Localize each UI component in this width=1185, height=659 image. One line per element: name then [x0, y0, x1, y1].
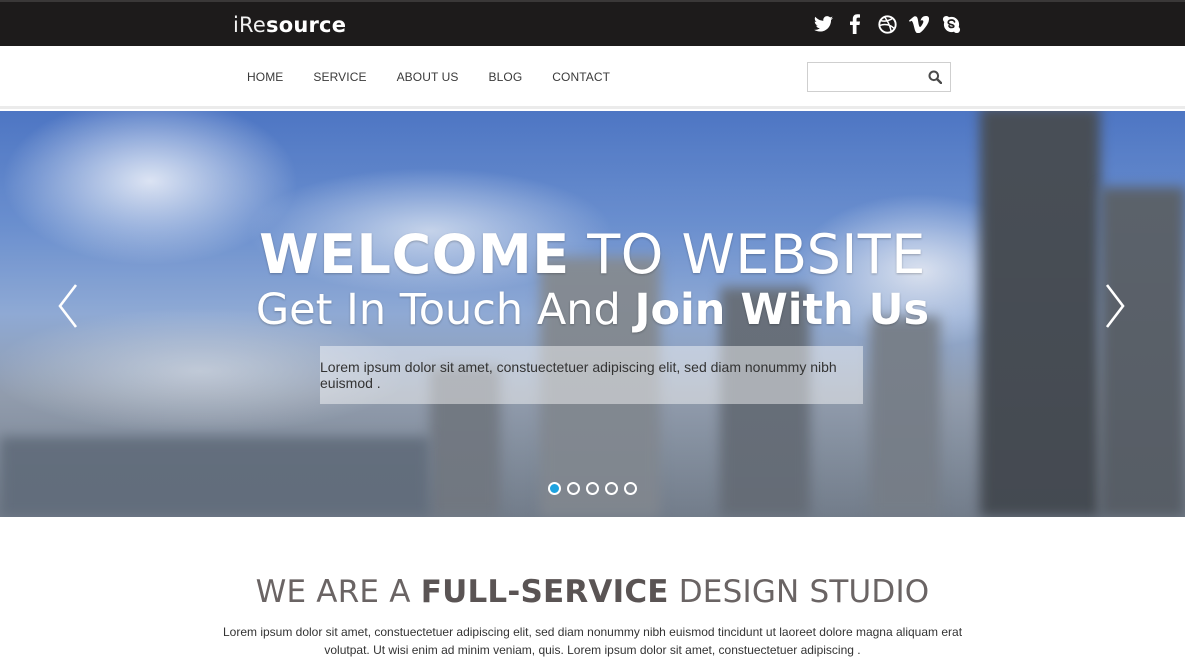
dribbble-icon[interactable]: [876, 13, 898, 35]
skype-icon[interactable]: [940, 13, 962, 35]
slide-indicator-4[interactable]: [605, 482, 618, 495]
hero-subheading-bold: Join With Us: [634, 285, 930, 335]
search-box: [807, 62, 951, 92]
prev-slide-chevron-left-icon[interactable]: [57, 283, 79, 329]
next-slide-chevron-right-icon[interactable]: [1104, 283, 1126, 329]
hero-heading-light: TO WEBSITE: [569, 223, 926, 286]
hero-caption: Lorem ipsum dolor sit amet, constuectetu…: [320, 346, 863, 404]
slide-indicator-3[interactable]: [586, 482, 599, 495]
search-icon[interactable]: [928, 70, 943, 85]
top-bar: iResource: [0, 0, 1185, 46]
slide-indicator-5[interactable]: [624, 482, 637, 495]
nav-contact[interactable]: CONTACT: [552, 70, 610, 84]
main-navbar: HOME SERVICE ABOUT US BLOG CONTACT: [0, 46, 1185, 109]
slide-indicator-1[interactable]: [548, 482, 561, 495]
nav-blog[interactable]: BLOG: [489, 70, 523, 84]
brand-logo[interactable]: iResource: [233, 13, 346, 37]
hero-slider: WELCOME TO WEBSITE Get In Touch And Join…: [0, 111, 1185, 517]
hero-caption-text: Lorem ipsum dolor sit amet, constuectetu…: [320, 359, 837, 391]
vimeo-icon[interactable]: [908, 13, 930, 35]
nav-home[interactable]: HOME: [247, 70, 283, 84]
twitter-icon[interactable]: [812, 13, 834, 35]
slide-indicators: [548, 482, 637, 495]
hero-heading: WELCOME TO WEBSITE: [0, 223, 1185, 286]
nav-about-us[interactable]: ABOUT US: [397, 70, 459, 84]
hero-subheading-light: Get In Touch And: [255, 285, 635, 335]
about-heading-light-1: WE ARE A: [255, 574, 421, 610]
about-heading-bold: FULL-SERVICE: [420, 574, 669, 610]
brand-bold: source: [266, 13, 347, 37]
brand-light: iRe: [233, 13, 267, 37]
slide-indicator-2[interactable]: [567, 482, 580, 495]
facebook-icon[interactable]: [844, 13, 866, 35]
hero-subheading: Get In Touch And Join With Us: [0, 285, 1185, 335]
search-input[interactable]: [814, 68, 924, 86]
about-text: Lorem ipsum dolor sit amet, constuectetu…: [222, 625, 963, 657]
hero-heading-bold: WELCOME: [259, 223, 570, 286]
about-heading: WE ARE A FULL-SERVICE DESIGN STUDIO: [0, 574, 1185, 610]
main-nav: HOME SERVICE ABOUT US BLOG CONTACT: [247, 70, 640, 84]
nav-service[interactable]: SERVICE: [313, 70, 366, 84]
about-heading-light-2: DESIGN STUDIO: [668, 574, 930, 610]
social-links: [812, 13, 962, 35]
